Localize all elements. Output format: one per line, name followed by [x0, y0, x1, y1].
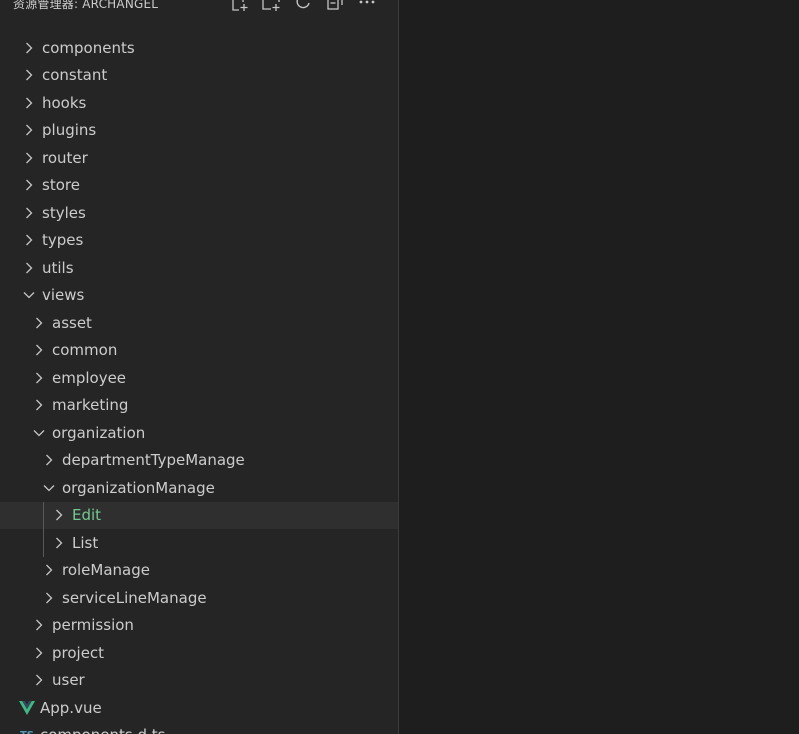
tree-folder-row[interactable]: types [0, 227, 398, 255]
tree-folder-row[interactable]: plugins [0, 117, 398, 145]
tree-file-row[interactable]: App.vue [0, 694, 398, 722]
refresh-icon[interactable] [292, 0, 314, 13]
tree-item-label: router [42, 148, 88, 167]
tree-item-label: utils [42, 258, 74, 277]
tree-folder-row[interactable]: roleManage [0, 557, 398, 585]
tree-folder-row[interactable]: styles [0, 199, 398, 227]
tree-item-label: components [42, 38, 135, 57]
chevron-right-icon[interactable] [32, 316, 46, 330]
tree-item-label: store [42, 176, 80, 195]
tree-item-label: common [52, 341, 118, 360]
chevron-right-icon[interactable] [22, 96, 36, 110]
tree-folder-row[interactable]: common [0, 337, 398, 365]
typescript-icon: TS [19, 727, 35, 734]
chevron-right-icon[interactable] [22, 123, 36, 137]
chevron-right-icon[interactable] [22, 206, 36, 220]
chevron-right-icon[interactable] [22, 41, 36, 55]
tree-folder-row[interactable]: Edit [0, 501, 398, 529]
explorer-panel: 资源管理器: ARCHANGEL components constant hooks… [0, 0, 398, 734]
tree-folder-row[interactable]: views [0, 282, 398, 310]
tree-folder-row[interactable]: employee [0, 364, 398, 392]
ts-badge: TS [20, 730, 34, 734]
tree-folder-row[interactable]: permission [0, 612, 398, 640]
tree-item-label: organizationManage [62, 478, 215, 497]
chevron-right-icon[interactable] [52, 508, 66, 522]
tree-folder-row[interactable]: organization [0, 419, 398, 447]
tree-folder-row[interactable]: project [0, 639, 398, 667]
vue-icon [19, 700, 35, 716]
collapse-all-icon[interactable] [324, 0, 346, 13]
chevron-right-icon[interactable] [32, 646, 46, 660]
chevron-down-icon[interactable] [22, 288, 36, 302]
tree-item-label: Edit [72, 506, 102, 525]
tree-item-label: employee [52, 368, 127, 387]
tree-item-label: App.vue [40, 698, 102, 717]
tree-folder-row[interactable]: departmentTypeManage [0, 447, 398, 475]
tree-item-label: departmentTypeManage [62, 451, 245, 470]
tree-folder-row[interactable]: hooks [0, 89, 398, 117]
tree-folder-row[interactable]: marketing [0, 392, 398, 420]
tree-item-label: permission [52, 616, 134, 635]
tree-item-label: hooks [42, 93, 87, 112]
tree-file-row[interactable]: TS components.d.ts [0, 722, 398, 734]
more-actions-icon[interactable] [356, 0, 378, 13]
chevron-right-icon[interactable] [42, 563, 56, 577]
tree-folder-row[interactable]: constant [0, 62, 398, 90]
chevron-right-icon[interactable] [42, 591, 56, 605]
tree-item-label: types [42, 231, 84, 250]
tree-item-label: plugins [42, 121, 97, 140]
chevron-right-icon[interactable] [32, 371, 46, 385]
tree-item-label: List [72, 533, 99, 552]
tree-item-label: roleManage [62, 561, 150, 580]
tree-item-label: user [52, 671, 85, 690]
chevron-right-icon[interactable] [32, 618, 46, 632]
chevron-right-icon[interactable] [32, 673, 46, 687]
tree-item-label: project [52, 643, 105, 662]
tree-folder-row[interactable]: user [0, 667, 398, 695]
chevron-right-icon[interactable] [22, 178, 36, 192]
chevron-right-icon[interactable] [22, 233, 36, 247]
tree-folder-row[interactable]: asset [0, 309, 398, 337]
explorer-title: 资源管理器: ARCHANGEL [13, 0, 159, 11]
tree-item-label: components.d.ts [40, 726, 165, 734]
tree-item-label: constant [42, 66, 108, 85]
tree-item-label: marketing [52, 396, 129, 415]
chevron-right-icon[interactable] [32, 343, 46, 357]
tree-item-label: organization [52, 423, 146, 442]
editor-area [399, 0, 799, 734]
chevron-right-icon[interactable] [22, 68, 36, 82]
tree-item-label: serviceLineManage [62, 588, 207, 607]
indent-guide [43, 529, 44, 557]
new-folder-icon[interactable] [260, 0, 282, 13]
new-file-icon[interactable] [228, 0, 250, 13]
explorer-header: 资源管理器: ARCHANGEL [0, 0, 398, 15]
chevron-down-icon[interactable] [42, 481, 56, 495]
tree-item-label: styles [42, 203, 86, 222]
tree-folder-row[interactable]: router [0, 144, 398, 172]
chevron-right-icon[interactable] [52, 536, 66, 550]
tree-folder-row[interactable]: serviceLineManage [0, 584, 398, 612]
chevron-right-icon[interactable] [32, 398, 46, 412]
chevron-right-icon[interactable] [22, 261, 36, 275]
tree-folder-row[interactable]: List [0, 529, 398, 557]
chevron-right-icon[interactable] [42, 453, 56, 467]
tree-folder-row[interactable]: store [0, 172, 398, 200]
chevron-down-icon[interactable] [32, 426, 46, 440]
chevron-right-icon[interactable] [22, 151, 36, 165]
file-tree: components constant hooks plugins router stor… [0, 34, 398, 734]
tree-folder-row[interactable]: organizationManage [0, 474, 398, 502]
tree-item-label: views [42, 286, 85, 305]
tree-folder-row[interactable]: utils [0, 254, 398, 282]
explorer-actions [228, 0, 378, 13]
tree-item-label: asset [52, 313, 92, 332]
indent-guide [43, 501, 44, 529]
tree-folder-row[interactable]: components [0, 34, 398, 62]
